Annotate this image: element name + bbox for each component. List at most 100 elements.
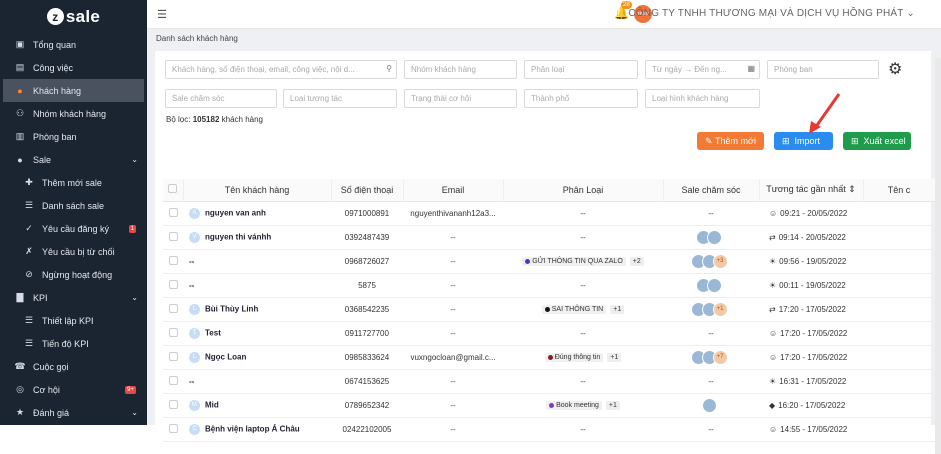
category-tag[interactable]: GỬI THÔNG TIN QUA ZALO	[522, 257, 626, 266]
table-row[interactable]: -- 0674153625 -- -- -- ☀ 16:31 - 17/05/2022	[163, 369, 935, 394]
chevron-down-icon[interactable]: ⌄	[131, 155, 138, 164]
sidebar-item-12[interactable]: ☰ Thiết lập KPI	[0, 309, 147, 332]
sidebar-item-5[interactable]: ● Sale ⌄	[0, 148, 147, 171]
sale-avatar[interactable]	[707, 277, 722, 293]
table-row[interactable]: L Ngọc Loan 0985833624 vuxngocloan@gmail.c.…	[163, 345, 935, 370]
category-tag[interactable]: SAI THÔNG TIN	[541, 305, 607, 314]
sidebar-item-label: Cơ hội	[33, 384, 60, 395]
more-sales-badge[interactable]: +1	[712, 301, 728, 317]
scrollbar[interactable]	[935, 58, 941, 454]
table-row[interactable]: L Bùi Thùy Linh 0368542235 -- SAI THÔNG TIN +…	[163, 297, 935, 322]
row-checkbox[interactable]	[163, 369, 183, 394]
add-customer-button[interactable]: ✎ Thêm mới	[697, 132, 764, 150]
more-sales-badge[interactable]: +7	[712, 349, 728, 365]
table-row[interactable]: -- 5875 -- -- ☀ 00:11 - 19/05/2022	[163, 273, 935, 298]
contact-icon: ☺	[769, 424, 778, 434]
chevron-down-icon[interactable]: ⌄	[131, 293, 138, 302]
customer-name[interactable]: --	[183, 273, 331, 298]
table-row[interactable]: Vnguyen thi vánhh 0392487439 -- -- ⇄ 09:14 - …	[163, 225, 935, 250]
app-logo[interactable]: z sale	[0, 0, 147, 33]
topbar: ☰ 🔔 28 zsale CÔNG TY TNHH THƯƠNG MẠI VÀ …	[147, 0, 941, 29]
date-range-input[interactable]: Từ ngày → Đến ng... ▦	[645, 60, 760, 79]
more-tags-badge[interactable]: +2	[629, 257, 644, 266]
filter-summary: Bộ lọc: 105182 khách hàng	[166, 115, 264, 124]
sidebar-item-3[interactable]: ⚇ Nhóm khách hàng	[0, 102, 147, 125]
sale-avatars: +3	[663, 249, 759, 274]
table-row[interactable]: Anguyen van anh 0971000891 nguyenthivananh…	[163, 201, 935, 226]
more-tags-badge[interactable]: +1	[607, 353, 622, 362]
sidebar-item-13[interactable]: ☰ Tiến độ KPI	[0, 332, 147, 355]
search-icon[interactable]: ⚲	[386, 64, 392, 73]
table-row[interactable]: T Test 0911727700 -- -- -- ☺ 17:20 - 17/05/2022	[163, 321, 935, 346]
sidebar-item-14[interactable]: ☎ Cuộc gọi	[0, 355, 147, 378]
sidebar: z sale ▣ Tổng quan ▤ Công việc ● Khách hàng ⚇ Nh…	[0, 0, 147, 425]
menu-toggle-icon[interactable]: ☰	[157, 8, 167, 21]
col-last-interaction[interactable]: Tương tác gần nhất ⇕	[759, 179, 864, 202]
category-select[interactable]: Phân loại	[524, 60, 638, 79]
row-checkbox[interactable]	[163, 249, 183, 274]
row-checkbox[interactable]	[163, 393, 183, 418]
category-tag[interactable]: Book meeting	[546, 401, 602, 410]
row-checkbox[interactable]	[163, 345, 183, 370]
customer-name[interactable]: T Test	[183, 321, 331, 346]
sidebar-item-0[interactable]: ▣ Tổng quan	[0, 33, 147, 56]
sidebar-item-10[interactable]: ⊘ Ngừng hoạt động	[0, 263, 147, 286]
col-extra[interactable]: Tên c	[863, 179, 936, 202]
sale-avatar[interactable]	[707, 229, 722, 245]
export-excel-button[interactable]: ⊞ Xuất excel	[843, 132, 911, 150]
col-sale[interactable]: Sale chăm sóc	[663, 179, 760, 202]
sidebar-item-11[interactable]: ▇ KPI ⌄	[0, 286, 147, 309]
customer-name[interactable]: Vnguyen thi vánhh	[183, 225, 331, 250]
row-checkbox[interactable]	[163, 321, 183, 346]
customer-name[interactable]: M Mid	[183, 393, 331, 418]
col-email[interactable]: Email	[403, 179, 504, 202]
table-row[interactable]: M Mid 0789652342 -- Book meeting +1 ◆ 16:20 - 1…	[163, 393, 935, 418]
gear-icon[interactable]: ⚙	[888, 59, 902, 79]
table-row[interactable]: -- 0968726027 -- GỬI THÔNG TIN QUA ZALO +2 +3…	[163, 249, 935, 274]
customer-name[interactable]: --	[183, 249, 331, 274]
category-tag[interactable]: Đúng thông tin	[544, 353, 604, 362]
sort-icon[interactable]: ⇕	[848, 184, 856, 194]
more-tags-badge[interactable]: +1	[610, 305, 625, 314]
group-select[interactable]: Nhóm khách hàng	[404, 60, 517, 79]
sidebar-item-2[interactable]: ● Khách hàng	[3, 79, 144, 102]
sidebar-item-9[interactable]: ✗ Yêu cầu bị từ chối	[0, 240, 147, 263]
more-tags-badge[interactable]: +1	[605, 401, 620, 410]
col-category[interactable]: Phân Loại	[503, 179, 664, 202]
chevron-down-icon[interactable]: ⌄	[131, 408, 138, 417]
sidebar-item-6[interactable]: ✚ Thêm mới sale	[0, 171, 147, 194]
search-input[interactable]: Khách hàng, số điện thoại, email, công v…	[165, 60, 397, 79]
row-checkbox[interactable]	[163, 297, 183, 322]
row-checkbox[interactable]	[163, 417, 183, 442]
sidebar-item-7[interactable]: ☰ Danh sách sale	[0, 194, 147, 217]
customer-name[interactable]: Anguyen van anh	[183, 201, 331, 226]
customer-category: --	[503, 273, 663, 298]
sidebar-item-15[interactable]: ◎ Cơ hội 9+	[0, 378, 147, 401]
users-icon: ⚇	[15, 108, 25, 118]
sale-select[interactable]: Sale chăm sóc	[165, 89, 277, 108]
row-checkbox[interactable]	[163, 225, 183, 250]
table-row[interactable]: C Bệnh viện laptop Á Châu 02422102005 -- -- -…	[163, 417, 935, 442]
customer-name[interactable]: L Ngọc Loan	[183, 345, 331, 370]
sale-avatar[interactable]	[701, 397, 717, 413]
dashboard-icon: ▣	[15, 39, 25, 49]
col-name[interactable]: Tên khách hàng	[183, 179, 332, 202]
company-name[interactable]: CÔNG TY TNHH THƯƠNG MẠI VÀ DỊCH VỤ HỒNG …	[628, 8, 915, 19]
sidebar-item-1[interactable]: ▤ Công việc	[0, 56, 147, 79]
more-sales-badge[interactable]: +3	[712, 253, 728, 269]
opportunity-status-select[interactable]: Trạng thái cơ hội	[404, 89, 517, 108]
sidebar-item-8[interactable]: ✓ Yêu cầu đăng ký 1	[0, 217, 147, 240]
department-select[interactable]: Phòng ban	[767, 60, 879, 79]
city-select[interactable]: Thành phố	[524, 89, 638, 108]
sidebar-item-16[interactable]: ★ Đánh giá ⌄	[0, 401, 147, 424]
customer-name[interactable]: L Bùi Thùy Linh	[183, 297, 331, 322]
customer-type-select[interactable]: Loại hình khách hàng	[645, 89, 760, 108]
row-checkbox[interactable]	[163, 273, 183, 298]
col-phone[interactable]: Số điện thoại	[331, 179, 404, 202]
row-checkbox[interactable]	[163, 201, 183, 226]
customer-name[interactable]: --	[183, 369, 331, 394]
customer-name[interactable]: C Bệnh viện laptop Á Châu	[183, 417, 331, 442]
select-all-checkbox[interactable]	[163, 179, 184, 202]
interaction-type-select[interactable]: Loại tương tác	[283, 89, 397, 108]
sidebar-item-4[interactable]: ▥ Phòng ban	[0, 125, 147, 148]
